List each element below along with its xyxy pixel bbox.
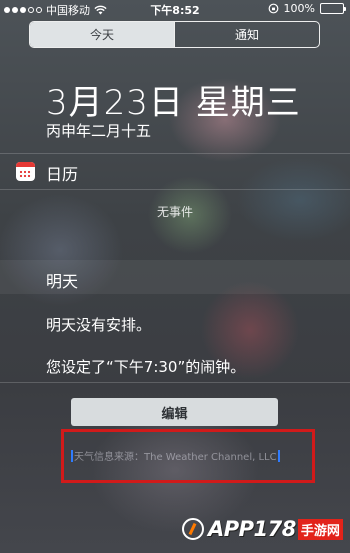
tomorrow-title: 明天 [46, 272, 79, 291]
tomorrow-no-plan-text: 明天没有安排。 [46, 316, 152, 334]
tab-today[interactable]: 今天 [30, 22, 174, 47]
calendar-app-icon [16, 162, 35, 181]
today-date: 3月23日 星期三 [46, 83, 301, 123]
divider [0, 153, 350, 154]
weather-source-text[interactable]: 天气信息来源：The Weather Channel, LLC [70, 448, 281, 463]
tab-notifications[interactable]: 通知 [174, 22, 319, 47]
orientation-lock-icon [268, 3, 278, 14]
battery-percent: 100% [283, 2, 315, 15]
battery-icon [320, 3, 346, 14]
text-cursor [277, 450, 280, 462]
view-segmented-control: 今天 通知 [29, 21, 320, 48]
status-bar: 中国移动 下午8:52 100% [0, 0, 350, 18]
no-events-text: 无事件 [156, 205, 193, 219]
watermark-subtext: 手游网 [297, 518, 343, 540]
edit-button[interactable]: 编辑 [71, 398, 278, 426]
divider [0, 382, 350, 383]
divider [0, 189, 350, 190]
alarm-summary-text: 您设定了“下午7:30”的闹钟。 [46, 358, 246, 376]
text-cursor [71, 450, 73, 462]
watermark-logo-icon [182, 518, 204, 540]
weather-source-label: 天气信息来源：The Weather Channel, LLC [74, 452, 277, 463]
lunar-date: 丙申年二月十五 [46, 122, 152, 140]
watermark: APP178 手游网 [182, 509, 347, 549]
calendar-widget-title[interactable]: 日历 [46, 161, 78, 185]
watermark-text: APP178 [208, 517, 296, 541]
status-right: 100% [268, 2, 346, 15]
